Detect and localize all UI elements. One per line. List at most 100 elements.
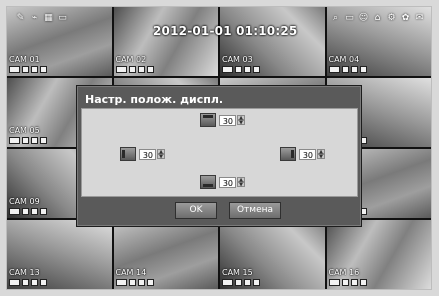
camera-tile-16[interactable]: CAM 16 bbox=[326, 220, 431, 289]
display-icon[interactable]: ▭ bbox=[344, 13, 355, 23]
audio-icon bbox=[31, 208, 38, 215]
record-icon bbox=[222, 66, 233, 73]
monitor-top-icon bbox=[200, 113, 216, 127]
bottom-offset-stepper[interactable]: ▲ ▼ bbox=[237, 177, 245, 188]
gear-icon[interactable]: ⚙ bbox=[386, 13, 397, 23]
record-icon bbox=[328, 279, 340, 286]
top-offset-control: 30 ▲ ▼ bbox=[200, 113, 245, 127]
camera-status-icons bbox=[222, 279, 260, 287]
sensor-icon bbox=[253, 66, 260, 73]
camera-status-icons bbox=[9, 66, 47, 74]
datetime-display: 2012-01-01 01:10:25 bbox=[153, 24, 298, 38]
camera-label: CAM 09 bbox=[9, 197, 40, 206]
camera-label: CAM 15 bbox=[222, 268, 253, 277]
camera-status-icons bbox=[115, 66, 154, 74]
camera-label: CAM 04 bbox=[328, 55, 360, 64]
camera-label: CAM 05 bbox=[9, 126, 40, 135]
settings-icon[interactable]: ✿ bbox=[400, 13, 411, 23]
right-offset-stepper[interactable]: ▲ ▼ bbox=[317, 149, 325, 160]
motion-icon bbox=[22, 137, 29, 144]
audio-icon bbox=[31, 137, 38, 144]
audio-icon bbox=[350, 66, 358, 73]
camera-status-icons bbox=[328, 279, 367, 287]
grid-icon: ▦ bbox=[44, 13, 53, 23]
mail-icon[interactable]: ✉ bbox=[414, 13, 425, 23]
audio-icon bbox=[31, 66, 38, 73]
dialog-button-bar: OK Отмена bbox=[81, 198, 357, 224]
camera-status-icons bbox=[222, 66, 260, 74]
position-settings-panel: 30 ▲ ▼ 30 ▲ ▼ 30 ▲ ▼ 30 ▲ ▼ bbox=[81, 108, 358, 197]
motion-icon bbox=[341, 279, 349, 286]
camera-status-icons bbox=[9, 208, 47, 216]
decrement-icon[interactable]: ▼ bbox=[317, 154, 325, 160]
audio-icon bbox=[244, 66, 251, 73]
record-icon bbox=[9, 66, 20, 73]
audio-icon bbox=[31, 279, 38, 286]
toolbar-icons: ⌕ ▭ ☺ ⌂ ⚙ ✿ ✉ bbox=[330, 13, 425, 23]
motion-icon bbox=[128, 66, 136, 73]
person-icon[interactable]: ☺ bbox=[358, 13, 369, 23]
monitor-left-icon bbox=[120, 147, 136, 161]
record-icon bbox=[115, 66, 127, 73]
search-icon[interactable]: ⌕ bbox=[330, 13, 341, 23]
left-offset-control: 30 ▲ ▼ bbox=[120, 147, 165, 161]
monitor-right-icon bbox=[280, 147, 296, 161]
camera-label: CAM 03 bbox=[222, 55, 253, 64]
system-status-icons: ✎ ⌁ ▦ ▭ bbox=[15, 13, 68, 23]
sensor-icon bbox=[40, 66, 47, 73]
right-offset-input[interactable]: 30 bbox=[299, 148, 316, 160]
motion-icon bbox=[235, 279, 242, 286]
decrement-icon[interactable]: ▼ bbox=[157, 154, 165, 160]
sensor-icon bbox=[40, 279, 47, 286]
motion-icon bbox=[128, 279, 136, 286]
record-icon bbox=[222, 279, 233, 286]
camera-tile-14[interactable]: CAM 14 bbox=[113, 220, 218, 289]
sensor-icon bbox=[359, 279, 367, 286]
sensor-icon bbox=[40, 137, 47, 144]
ok-button[interactable]: OK bbox=[175, 202, 217, 219]
decrement-icon[interactable]: ▼ bbox=[237, 182, 245, 188]
record-icon bbox=[9, 279, 20, 286]
left-offset-stepper[interactable]: ▲ ▼ bbox=[157, 149, 165, 160]
audio-icon bbox=[137, 279, 145, 286]
record-icon bbox=[9, 208, 20, 215]
bottom-offset-control: 30 ▲ ▼ bbox=[200, 175, 245, 189]
monitor-bottom-icon bbox=[200, 175, 216, 189]
record-icon bbox=[9, 137, 20, 144]
audio-icon bbox=[137, 66, 145, 73]
record-icon bbox=[115, 279, 127, 286]
motion-icon bbox=[235, 66, 242, 73]
antenna-icon: ⌁ bbox=[31, 13, 38, 23]
camera-status-icons bbox=[115, 279, 154, 287]
sensor-icon bbox=[146, 279, 154, 286]
camera-label: CAM 16 bbox=[328, 268, 360, 277]
display-position-dialog: Настр. полож. диспл. 30 ▲ ▼ 30 ▲ ▼ 30 ▲ ▼ 3… bbox=[76, 85, 362, 227]
camera-status-icons bbox=[9, 137, 47, 145]
motion-icon bbox=[341, 66, 349, 73]
left-offset-input[interactable]: 30 bbox=[139, 148, 156, 160]
camera-tile-15[interactable]: CAM 15 bbox=[220, 220, 325, 289]
motion-icon bbox=[22, 208, 29, 215]
sensor-icon bbox=[253, 279, 260, 286]
sensor-icon bbox=[146, 66, 154, 73]
cancel-button[interactable]: Отмена bbox=[229, 202, 281, 219]
audio-icon bbox=[244, 279, 251, 286]
camera-tile-3[interactable]: CAM 03 bbox=[220, 7, 325, 76]
camera-tile-13[interactable]: CAM 13 bbox=[7, 220, 112, 289]
record-icon bbox=[328, 66, 340, 73]
camera-tile-2[interactable]: CAM 02 bbox=[113, 7, 218, 76]
top-offset-input[interactable]: 30 bbox=[219, 114, 236, 126]
top-offset-stepper[interactable]: ▲ ▼ bbox=[237, 115, 245, 126]
sensor-icon bbox=[359, 66, 367, 73]
lock-icon[interactable]: ⌂ bbox=[372, 13, 383, 23]
wrench-icon: ✎ bbox=[16, 13, 25, 23]
camera-status-icons bbox=[328, 66, 367, 74]
camera-label: CAM 13 bbox=[9, 268, 40, 277]
right-offset-control: 30 ▲ ▼ bbox=[280, 147, 325, 161]
camera-label: CAM 02 bbox=[115, 55, 147, 64]
bottom-offset-input[interactable]: 30 bbox=[219, 176, 236, 188]
monitor-icon: ▭ bbox=[58, 13, 67, 23]
dialog-title: Настр. полож. диспл. bbox=[85, 93, 224, 106]
motion-icon bbox=[22, 66, 29, 73]
decrement-icon[interactable]: ▼ bbox=[237, 120, 245, 126]
